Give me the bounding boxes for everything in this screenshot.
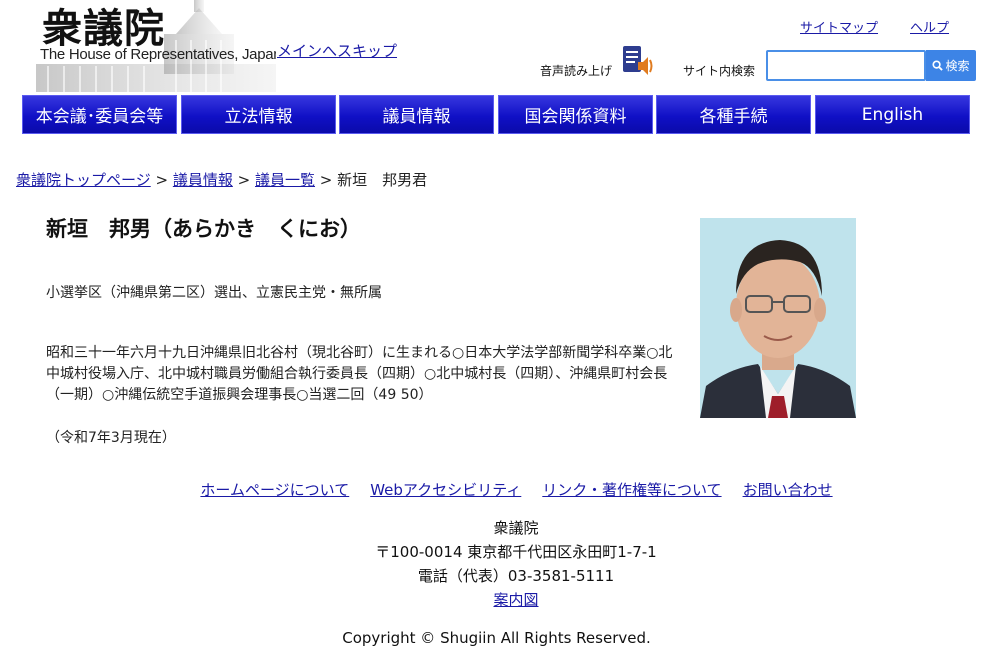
nav-legislation[interactable]: 立法情報	[181, 95, 336, 134]
search-button[interactable]: 検索	[926, 50, 976, 81]
member-name: 新垣 邦男（あらかき くにお）	[46, 217, 361, 241]
search-button-label: 検索	[945, 59, 970, 73]
footer-org: 衆議院	[493, 519, 539, 537]
nav-members[interactable]: 議員情報	[339, 95, 494, 134]
breadcrumb-separator: >	[155, 171, 169, 189]
nav-procedures[interactable]: 各種手続	[656, 95, 811, 134]
logo-title-en: The House of Representatives, Japan	[40, 46, 276, 63]
footer-phone: 電話（代表）03-3581-5111	[417, 567, 615, 585]
footer-map-link[interactable]: 案内図	[493, 591, 538, 609]
magnifier-icon	[932, 60, 944, 71]
footer-address: 〒100-0014 東京都千代田区永田町1-7-1	[375, 543, 657, 561]
breadcrumb-top[interactable]: 衆議院トップページ	[16, 171, 151, 189]
member-biography: 昭和三十一年六月十九日沖縄県旧北谷村（現北谷町）に生まれる○日本大学法学部新聞学…	[46, 345, 673, 403]
copyright: Copyright © Shugiin All Rights Reserved.	[342, 629, 651, 647]
read-aloud-label: 音声読み上げ	[540, 64, 613, 78]
breadcrumb-member-info[interactable]: 議員情報	[173, 171, 233, 189]
help-link[interactable]: ヘルプ	[910, 17, 949, 36]
site-logo[interactable]: 衆議院 The House of Representatives, Japan	[36, 0, 276, 92]
read-aloud-icon[interactable]	[621, 44, 655, 82]
as-of-date: （令和7年3月現在）	[46, 430, 176, 446]
breadcrumb-separator: >	[319, 171, 333, 189]
nav-plenary-committees[interactable]: 本会議･委員会等	[22, 95, 177, 134]
breadcrumb-separator: >	[237, 171, 251, 189]
breadcrumb: 衆議院トップページ > 議員情報 > 議員一覧 > 新垣 邦男君	[16, 169, 427, 190]
site-search-input[interactable]	[766, 50, 926, 81]
skip-to-main-link[interactable]: メインへスキップ	[277, 40, 397, 61]
footer-link-accessibility[interactable]: Webアクセシビリティ	[370, 479, 521, 500]
footer-link-copyright[interactable]: リンク・著作権等について	[542, 479, 721, 500]
site-search-label: サイト内検索	[683, 64, 756, 78]
footer-link-contact[interactable]: お問い合わせ	[743, 479, 833, 500]
footer-link-about-site[interactable]: ホームページについて	[200, 479, 349, 500]
breadcrumb-member-list[interactable]: 議員一覧	[255, 171, 315, 189]
member-district: 小選挙区（沖縄県第二区）選出、立憲民主党・無所属	[46, 285, 382, 301]
sitemap-link[interactable]: サイトマップ	[800, 17, 878, 36]
breadcrumb-current: 新垣 邦男君	[337, 171, 428, 189]
footer-address-block: 衆議院 〒100-0014 東京都千代田区永田町1-7-1 電話（代表）03-3…	[0, 516, 993, 612]
member-photo	[700, 218, 856, 418]
nav-diet-materials[interactable]: 国会関係資料	[498, 95, 653, 134]
nav-english[interactable]: English	[815, 95, 970, 134]
footer-links: ホームページについて Webアクセシビリティ リンク・著作権等について お問い合…	[0, 479, 993, 500]
